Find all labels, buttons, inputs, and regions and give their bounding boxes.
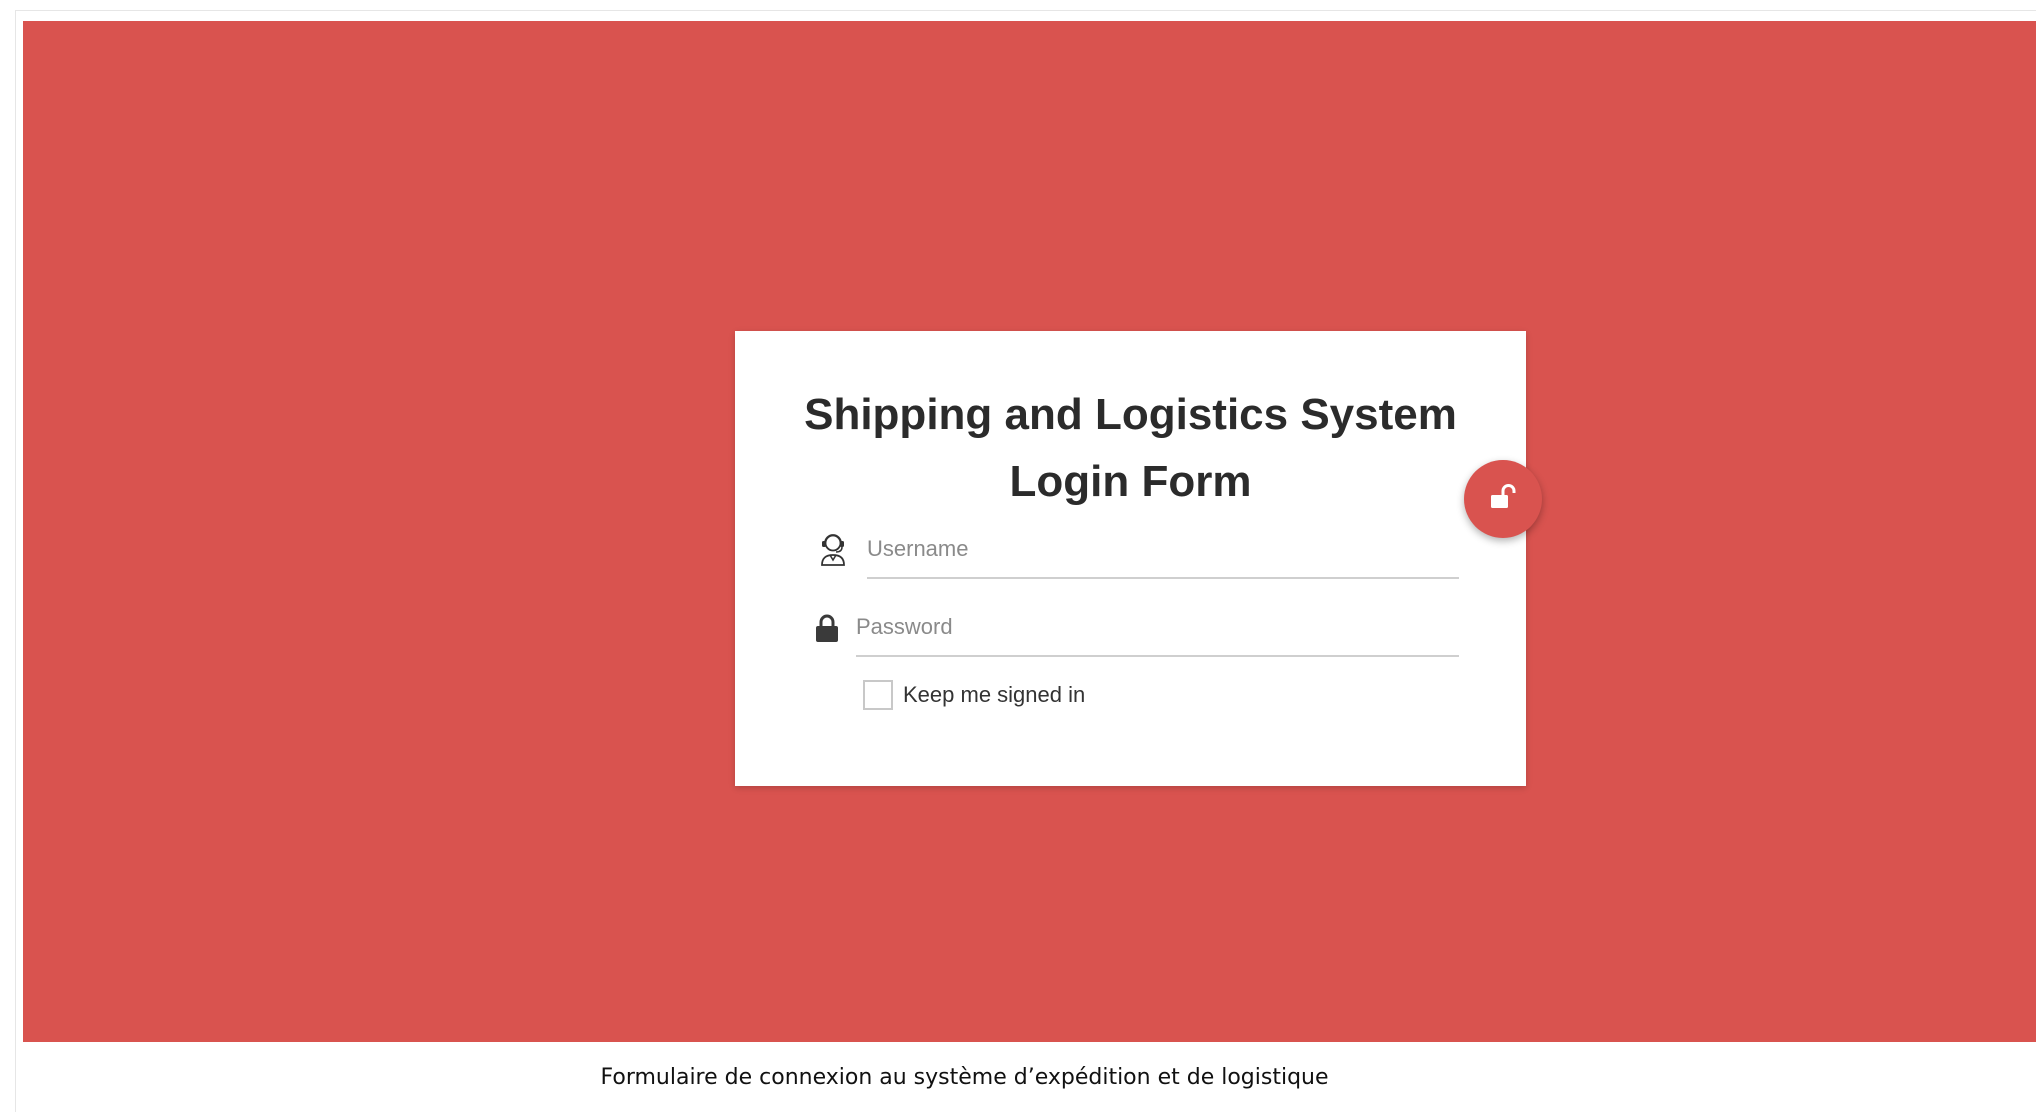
login-background: Shipping and Logistics System Login Form (23, 21, 2036, 1042)
username-input[interactable] (867, 531, 1459, 579)
user-headset-icon (817, 531, 849, 567)
remember-checkbox[interactable] (863, 680, 893, 710)
unlock-icon (1488, 482, 1518, 517)
remember-label[interactable]: Keep me signed in (903, 680, 1085, 710)
figure-caption: Formulaire de connexion au système d’exp… (23, 1042, 2036, 1112)
password-input[interactable] (856, 609, 1459, 657)
caption-text: Formulaire de connexion au système d’exp… (600, 1064, 1329, 1090)
title-line-2: Login Form (1009, 457, 1252, 506)
page-title: Shipping and Logistics System Login Form (735, 381, 1526, 515)
title-line-1: Shipping and Logistics System (804, 390, 1457, 439)
login-card: Shipping and Logistics System Login Form (735, 331, 1526, 786)
login-submit-button[interactable] (1464, 460, 1542, 538)
lock-icon (814, 613, 840, 643)
